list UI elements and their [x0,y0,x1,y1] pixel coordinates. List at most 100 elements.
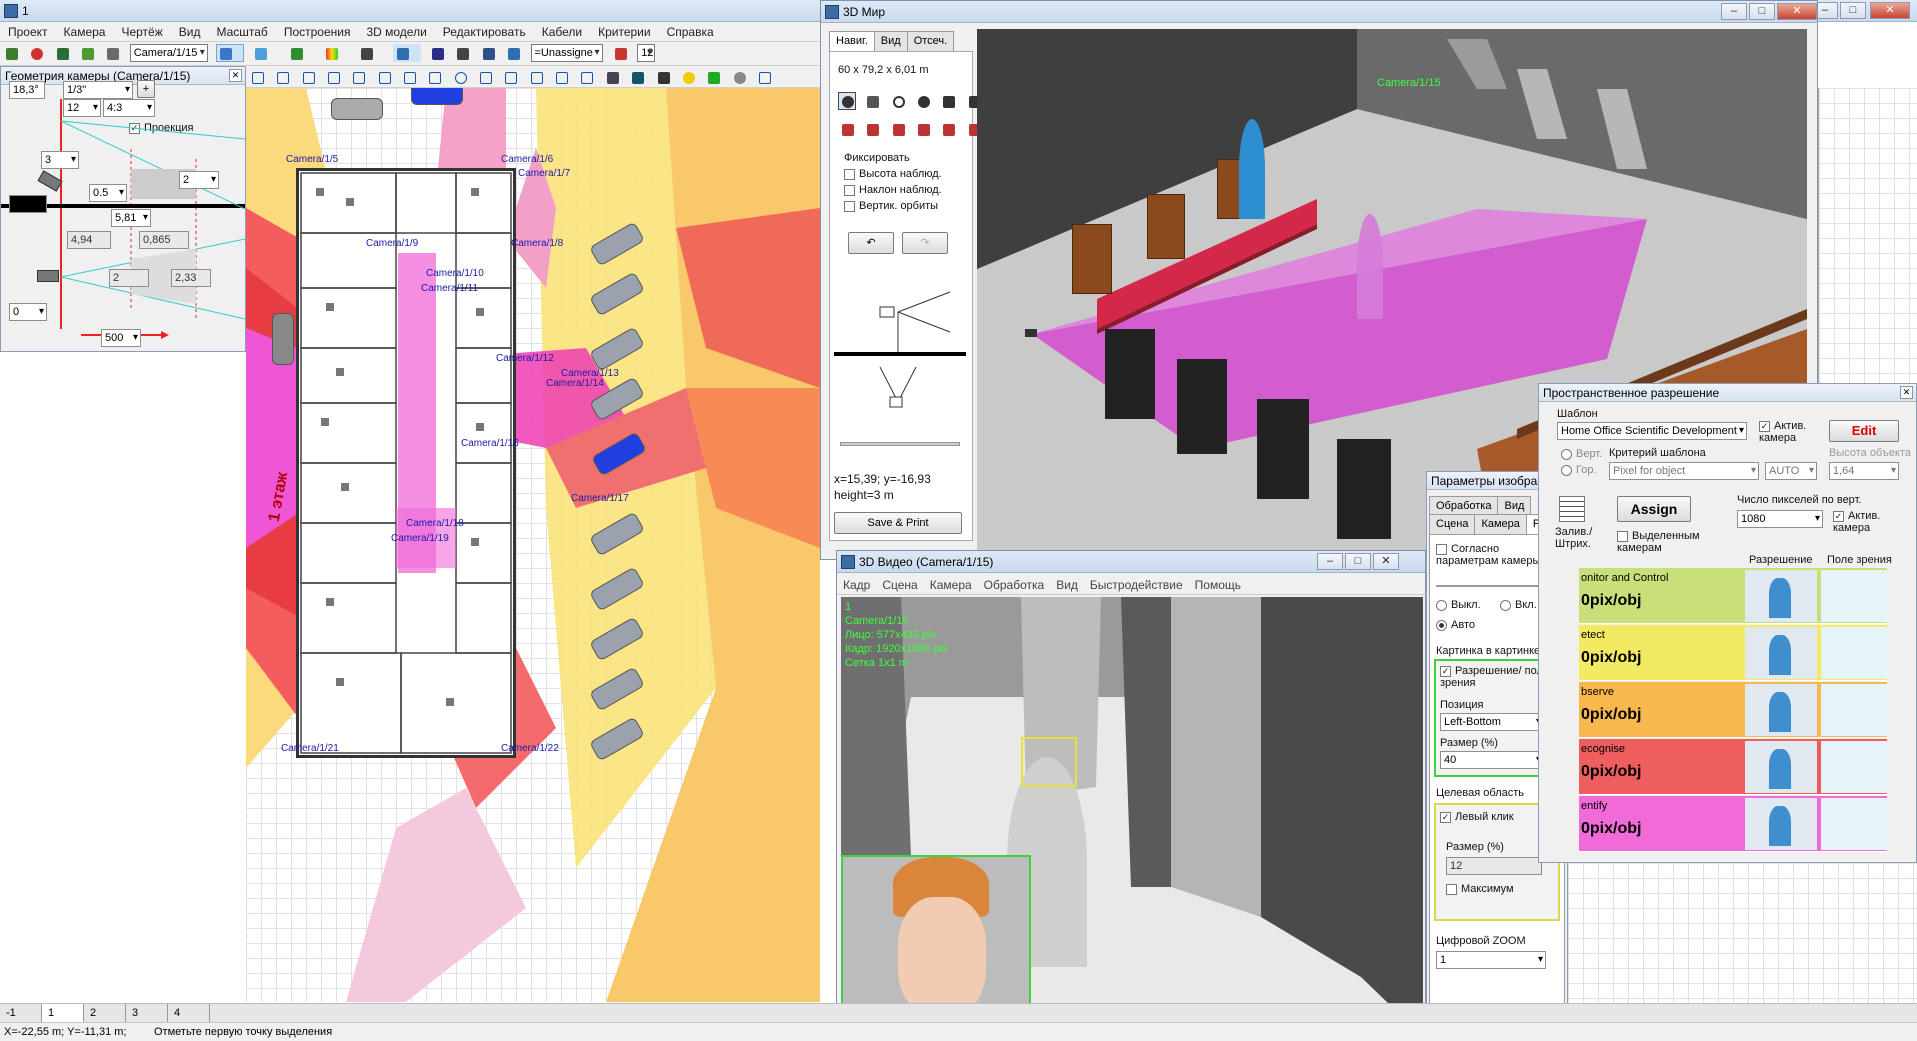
fix-check[interactable]: Вертик. орбиты [844,200,938,212]
camera-label[interactable]: Camera/1/5 [286,154,338,165]
undo-button[interactable]: ↶ [848,232,894,254]
video-menu-item[interactable]: Вид [1050,575,1084,595]
view-preset-icon[interactable] [939,120,957,138]
camera-label[interactable]: Camera/1/11 [421,283,478,294]
camera-label[interactable]: Camera/1/12 [496,353,554,364]
camera-label[interactable]: Camera/1/8 [511,238,563,249]
minimize-button[interactable]: – [1317,553,1343,570]
camera-label[interactable]: Camera/1/17 [571,493,629,504]
edit-button[interactable]: Edit [1829,420,1899,442]
pixels-vert-select[interactable]: 1080 [1737,510,1823,528]
close-button[interactable]: ✕ [1777,3,1817,20]
eye-icon[interactable] [914,92,932,110]
fill-icon[interactable] [1559,496,1585,522]
save-print-button[interactable]: Save & Print [834,512,962,534]
car[interactable] [272,313,294,365]
object-tool-icon[interactable] [603,68,621,86]
move-tool-icon[interactable] [357,44,385,62]
fix-check[interactable]: Высота наблюд. [844,168,942,180]
radio-off[interactable]: Выкл. [1436,599,1481,611]
menu-item[interactable]: Камера [56,22,114,42]
target-size-field[interactable]: 12 [1446,857,1542,875]
tab-1[interactable]: Вид [873,31,908,51]
resolution-row[interactable]: onitor and Control 0pix/obj [1579,568,1889,624]
camera-tool-icon[interactable] [628,68,646,86]
camera-view-icon[interactable] [392,44,421,62]
door-tool-icon[interactable] [400,68,418,86]
menu-item[interactable]: Построения [276,22,359,42]
active-camera2-check[interactable]: ✓ Актив. камера [1833,510,1903,534]
rotation-select[interactable]: 0 [9,303,47,321]
close-button[interactable]: ✕ [1870,2,1910,19]
vert-radio[interactable]: Верт. [1561,448,1602,460]
view-preset-icon[interactable] [914,120,932,138]
sheet-tab[interactable]: 4 [168,1004,210,1022]
resolution-row[interactable]: ecognise 0pix/obj [1579,739,1889,795]
resolution-row[interactable]: entify 0pix/obj [1579,796,1889,852]
fence-tool-icon[interactable] [299,68,317,86]
menu-item[interactable]: Чертёж [113,22,170,42]
camera-label[interactable]: Camera/1/10 [426,268,484,279]
arrow-tool-icon[interactable] [755,68,773,86]
tab-0[interactable]: Навиг. [829,31,875,51]
sheet-tab[interactable]: 1 [42,1004,84,1022]
menu-item[interactable]: Кабели [534,22,590,42]
sheet-tab[interactable]: 3 [126,1004,168,1022]
export-icon[interactable] [103,44,121,62]
radio-auto[interactable]: Авто [1436,619,1475,631]
copy-icon[interactable] [504,44,522,62]
image-params-tab[interactable]: Обработка [1429,496,1499,516]
camera-label[interactable]: Camera/1/18 [406,518,464,529]
camera-select[interactable]: Camera/1/15 [129,44,208,62]
range-select[interactable]: 500 [101,329,141,347]
camera-label[interactable]: Camera/1/16 [461,438,519,449]
menu-item[interactable]: 3D модели [358,22,434,42]
menu-item[interactable]: Масштаб [208,22,275,42]
person-icon[interactable] [453,44,471,62]
color-select[interactable] [9,195,47,213]
camera-label[interactable]: Camera/1/22 [501,743,559,754]
hor-radio[interactable]: Гор. [1561,464,1597,476]
sheet-tab[interactable]: 2 [84,1004,126,1022]
view-tool-icon[interactable] [251,44,279,62]
offset-select[interactable]: 0.5 [89,184,127,202]
fix-check[interactable]: Наклон наблюд. [844,184,942,196]
zoom-field[interactable]: 12 [637,44,656,62]
move-icon[interactable] [838,92,856,110]
video-menu-item[interactable]: Кадр [837,575,876,595]
camera-label[interactable]: Camera/1/9 [366,238,418,249]
view-preset-icon[interactable] [838,120,856,138]
zoom-icon[interactable] [889,92,907,110]
selected-cams-check[interactable]: Выделенным камерам [1617,530,1713,554]
menu-item[interactable]: Справка [659,22,722,42]
close-icon[interactable]: ✕ [229,69,242,82]
menu-item[interactable]: Редактировать [435,22,534,42]
video-menu-item[interactable]: Помощь [1189,575,1247,595]
active-camera-check[interactable]: ✓ Актив. камера [1759,420,1819,444]
menu-item[interactable]: Вид [171,22,209,42]
left-click-check[interactable]: ✓ Левый клик [1440,811,1514,823]
view-preset-icon[interactable] [863,120,881,138]
building-icon[interactable] [428,44,446,62]
image-params-tab[interactable]: Камера [1474,514,1527,534]
video-menu-item[interactable]: Сцена [876,575,923,595]
stairs-tool-icon[interactable] [577,68,595,86]
camera-label[interactable]: Camera/1/21 [281,743,339,754]
maximum-check[interactable]: Максимум [1446,883,1514,895]
monitor-icon[interactable] [479,44,497,62]
close-icon[interactable]: ✕ [1900,386,1913,399]
curve-tool-icon[interactable] [476,68,494,86]
gear-tool-icon[interactable] [730,68,748,86]
redo-button[interactable]: ↷ [902,232,948,254]
camera-label[interactable]: Camera/1/19 [391,533,449,544]
floor-plan-canvas[interactable]: 1 этаж Camera/1/5 Camera/1/6 Camera/1/7 Cam… [246,88,820,1002]
walk-icon[interactable] [939,92,957,110]
pip-size-select[interactable]: 40 [1440,751,1544,769]
height-slider[interactable] [840,442,960,446]
video-menu-item[interactable]: Быстродействие [1084,575,1189,595]
maximize-button[interactable]: □ [1345,553,1371,570]
add-camera-icon[interactable] [27,44,45,62]
auto-select[interactable]: AUTO [1765,462,1817,480]
circle-tool-icon[interactable] [451,68,469,86]
wall-tool-icon[interactable] [552,68,570,86]
